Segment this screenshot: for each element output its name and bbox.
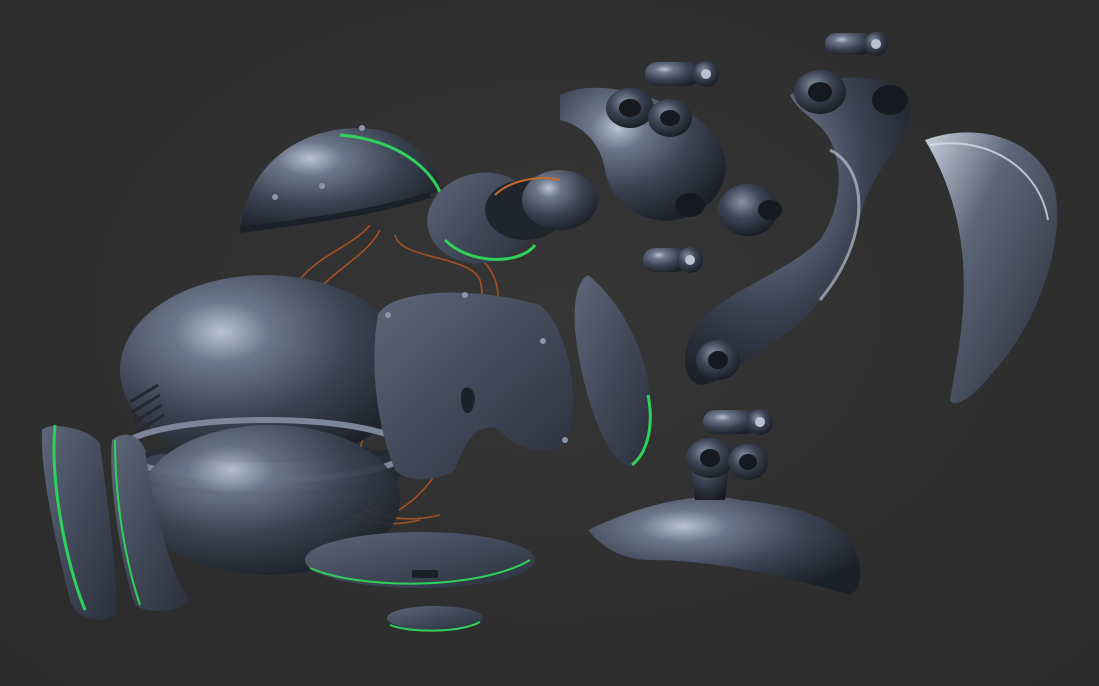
bottom-disc-lower <box>387 606 483 632</box>
chest-plate <box>374 292 573 480</box>
side-plate-right <box>574 275 652 467</box>
bottom-disc-upper <box>305 532 535 588</box>
thigh-strut <box>685 70 911 385</box>
pin-middle <box>643 247 703 273</box>
pin-lower <box>703 409 773 435</box>
fin-wing <box>925 132 1058 404</box>
exploded-parts-render <box>41 32 1058 632</box>
pin-top-center <box>645 61 719 87</box>
render-canvas <box>0 0 1099 686</box>
side-plate-left-outer <box>41 424 117 620</box>
top-dome-plate <box>239 125 442 233</box>
torso-shell <box>119 275 411 575</box>
neck-disc <box>427 170 598 264</box>
pin-top-right <box>825 32 888 56</box>
